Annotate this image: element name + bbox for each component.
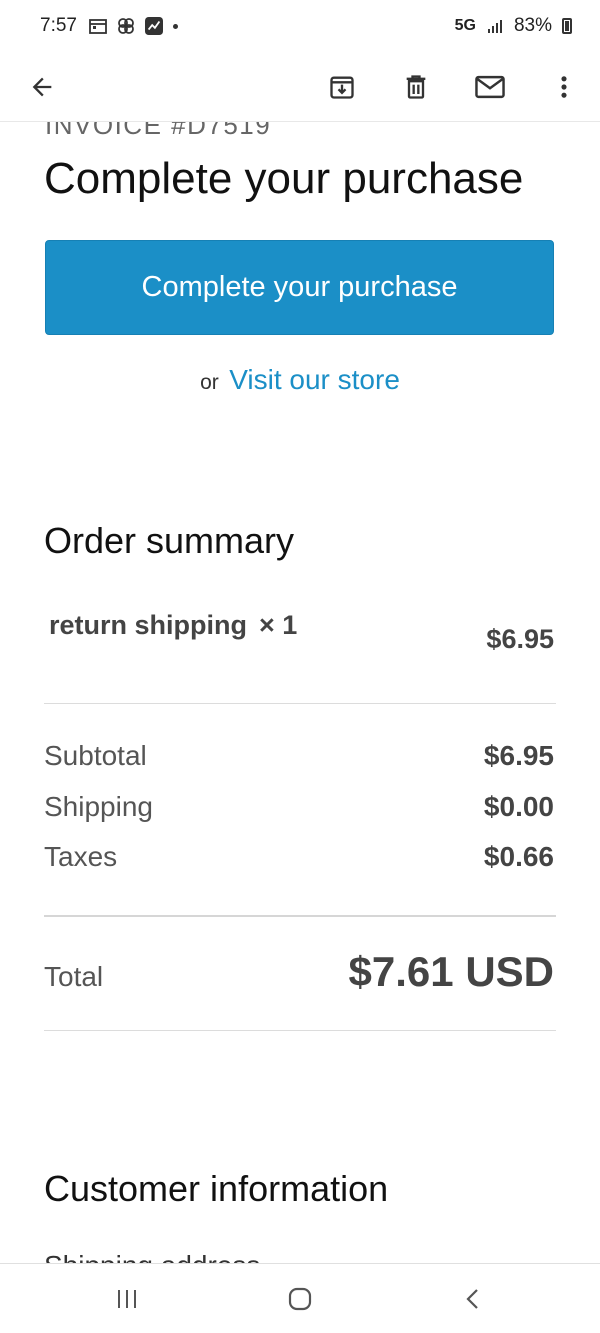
app-bar [0, 52, 600, 122]
taxes-label: Taxes [44, 841, 118, 872]
shipping-value: $0.00 [483, 791, 554, 822]
line-item-name: return shipping × 1 [49, 610, 297, 641]
divider [44, 703, 556, 704]
total-row: Total $7.61 USD [44, 948, 554, 996]
subtotal-value: $6.95 [483, 740, 554, 771]
taxes-value: $0.66 [483, 841, 554, 872]
order-summary-title: Order summary [44, 520, 295, 561]
visit-store-row: or Visit our store [0, 364, 600, 396]
or-text: or [200, 371, 219, 394]
total-value: $7.61 USD [348, 948, 554, 995]
shipping-label: Shipping [44, 791, 153, 822]
visit-store-link[interactable]: Visit our store [229, 364, 400, 395]
email-body: INVOICE #D7519 Complete your purchase Co… [0, 0, 600, 1333]
subtotal-label: Subtotal [44, 740, 147, 771]
customer-info-title: Customer information [44, 1168, 389, 1209]
mail-icon[interactable] [472, 69, 508, 105]
archive-icon[interactable] [324, 69, 360, 105]
delete-icon[interactable] [398, 69, 434, 105]
back-arrow-icon[interactable] [24, 69, 60, 105]
subtotal-row: Subtotal $6.95 [44, 740, 554, 772]
page-title: Complete your purchase [44, 154, 524, 203]
divider [44, 915, 556, 917]
line-item-label: return shipping [49, 610, 247, 640]
divider [44, 1030, 556, 1031]
taxes-row: Taxes $0.66 [44, 841, 554, 873]
shipping-row: Shipping $0.00 [44, 791, 554, 823]
more-vert-icon[interactable] [546, 69, 582, 105]
complete-purchase-button[interactable]: Complete your purchase [45, 240, 554, 335]
line-item-qty: × 1 [259, 610, 298, 640]
system-nav-bar [0, 1263, 600, 1333]
back-icon[interactable] [455, 1281, 491, 1317]
home-icon[interactable] [282, 1281, 318, 1317]
line-item-price: $6.95 [486, 624, 554, 654]
recent-apps-icon[interactable] [109, 1281, 145, 1317]
total-label: Total [44, 961, 104, 992]
app-bar-actions [324, 69, 582, 105]
